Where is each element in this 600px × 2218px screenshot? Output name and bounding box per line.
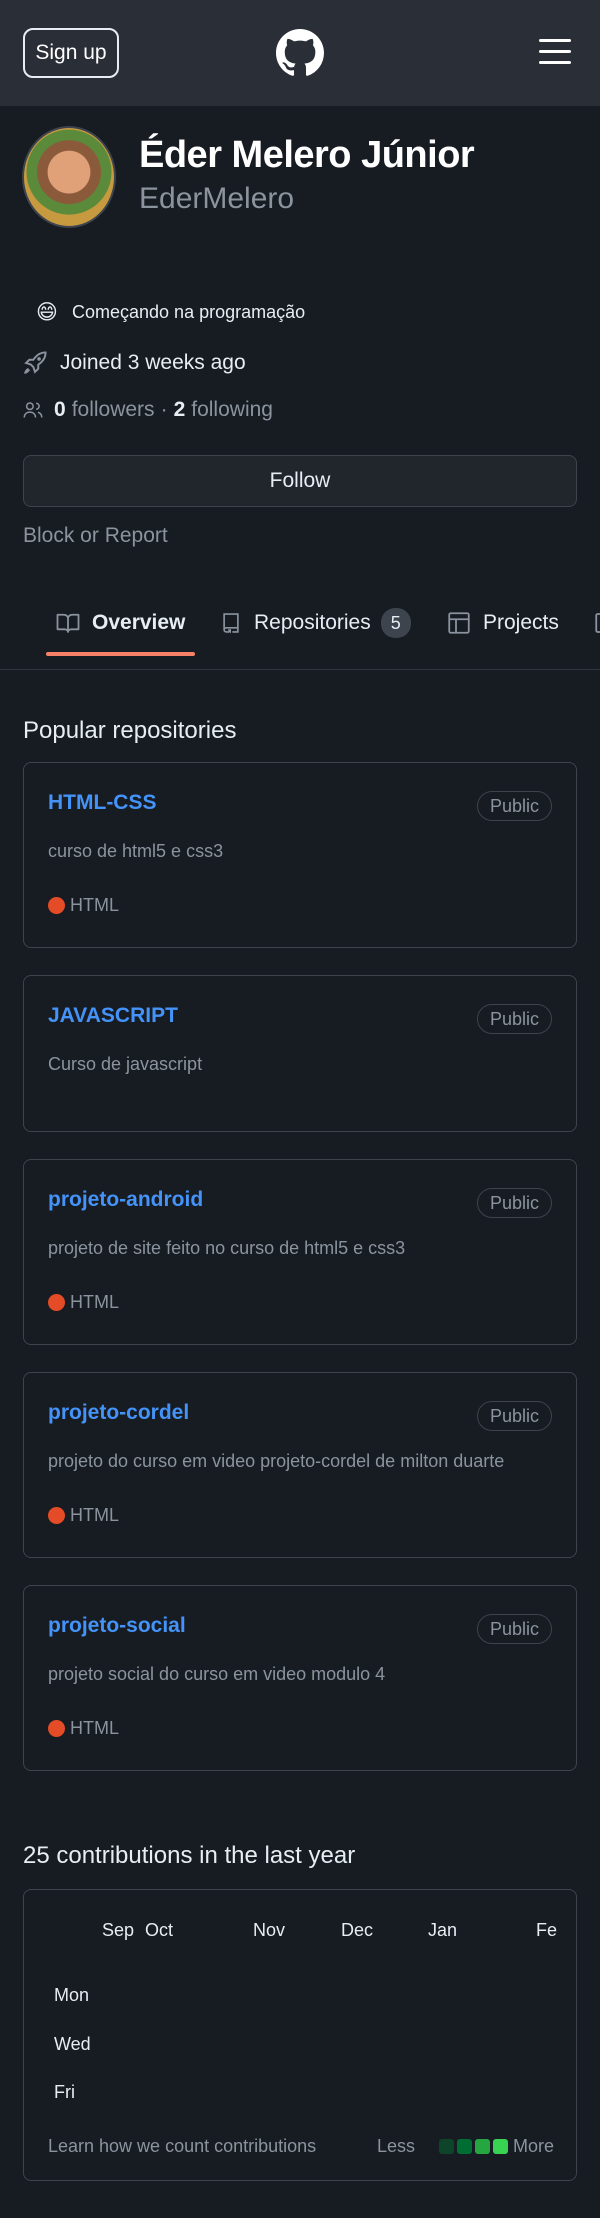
visibility-badge: Public xyxy=(476,1401,552,1431)
joined-text: Joined 3 weeks ago xyxy=(60,351,246,374)
month-label: Fe xyxy=(536,1920,558,1940)
repo-name-link[interactable]: JAVASCRIPT xyxy=(48,1004,178,1028)
language-label: HTML xyxy=(70,1718,119,1738)
repo-card: projeto-cordel Public projeto do curso e… xyxy=(23,1372,577,1558)
day-label: Fri xyxy=(54,2082,75,2102)
tab-repositories-label: Repositories xyxy=(254,611,371,634)
legend-level-3 xyxy=(474,2139,490,2154)
legend-less-label: Less xyxy=(376,2136,415,2156)
month-label: Jan xyxy=(428,1920,458,1940)
package-icon[interactable] xyxy=(594,611,600,635)
followers-count[interactable]: 0 xyxy=(54,398,66,422)
tab-overview[interactable]: Overview xyxy=(56,590,185,656)
language-color-dot xyxy=(48,1294,65,1311)
profile-full-name: Éder Melero Júnior xyxy=(139,134,475,176)
following-label[interactable]: following xyxy=(191,398,273,422)
repositories-count-badge: 5 xyxy=(380,608,411,638)
contribution-calendar: Sep Oct Nov Dec Jan Fe Mon Wed Fri Learn… xyxy=(23,1889,577,2181)
people-icon xyxy=(23,402,43,418)
legend-more-label: More xyxy=(512,2136,554,2156)
month-label: Oct xyxy=(145,1920,174,1940)
repo-language: HTML xyxy=(48,1505,119,1526)
day-label: Mon xyxy=(54,1985,90,2005)
profile-tabs: Overview Repositories 5 Projects xyxy=(0,590,600,670)
repo-card: HTML-CSS Public curso de html5 e css3 HT… xyxy=(23,762,577,948)
book-icon xyxy=(56,613,80,633)
month-label: Sep xyxy=(102,1920,135,1940)
repo-language: HTML xyxy=(48,895,119,916)
visibility-badge: Public xyxy=(476,1614,552,1644)
repo-card: JAVASCRIPT Public Curso de javascript xyxy=(23,975,577,1132)
sign-up-button[interactable]: Sign up xyxy=(23,28,119,78)
language-label: HTML xyxy=(70,895,119,915)
tab-overview-label: Overview xyxy=(92,611,186,634)
repo-description: projeto de site feito no curso de html5 … xyxy=(48,1238,406,1258)
follow-button[interactable]: Follow xyxy=(23,455,577,507)
contributions-heading: 25 contributions in the last year xyxy=(23,1842,356,1869)
repo-description: Curso de javascript xyxy=(48,1054,203,1074)
followers-label[interactable]: followers xyxy=(72,398,155,422)
repo-card: projeto-android Public projeto de site f… xyxy=(23,1159,577,1345)
visibility-badge: Public xyxy=(476,1188,552,1218)
repo-name-link[interactable]: projeto-android xyxy=(48,1188,203,1212)
follow-stats: 0 followers · 2 following xyxy=(22,398,273,422)
visibility-badge: Public xyxy=(476,791,552,821)
learn-contributions-link[interactable]: Learn how we count contributions xyxy=(48,2136,316,2157)
profile-page: Sign up Éder Melero Júnior EderMelero 😄 … xyxy=(0,0,600,2218)
repo-description: curso de html5 e css3 xyxy=(48,841,224,861)
table-icon xyxy=(448,612,470,634)
repo-language: HTML xyxy=(48,1718,119,1739)
avatar[interactable] xyxy=(22,126,116,228)
language-color-dot xyxy=(48,897,65,914)
profile-username: EderMelero xyxy=(139,182,295,215)
language-color-dot xyxy=(48,1720,65,1737)
repo-name-link[interactable]: projeto-cordel xyxy=(48,1401,189,1425)
following-count[interactable]: 2 xyxy=(174,398,186,422)
month-label: Dec xyxy=(341,1920,374,1940)
hamburger-menu-icon[interactable] xyxy=(539,39,571,65)
smile-emoji-icon: 😄 xyxy=(36,301,58,324)
repo-description: projeto do curso em video projeto-cordel… xyxy=(48,1451,505,1471)
joined-info: Joined 3 weeks ago xyxy=(22,350,246,376)
day-label: Wed xyxy=(54,2034,91,2054)
language-label: HTML xyxy=(70,1505,119,1525)
repo-name-link[interactable]: HTML-CSS xyxy=(48,791,157,815)
month-label: Nov xyxy=(253,1920,286,1940)
repo-name-link[interactable]: projeto-social xyxy=(48,1614,186,1638)
tab-repositories[interactable]: Repositories 5 xyxy=(220,590,411,656)
user-status: 😄 Começando na programação xyxy=(36,300,305,325)
rocket-icon xyxy=(24,351,47,374)
visibility-badge: Public xyxy=(476,1004,552,1034)
legend-level-1 xyxy=(438,2139,454,2154)
popular-repositories-heading: Popular repositories xyxy=(23,717,237,744)
language-color-dot xyxy=(48,1507,65,1524)
legend-level-2 xyxy=(456,2139,472,2154)
repo-icon xyxy=(223,613,239,634)
repo-language: HTML xyxy=(48,1292,119,1313)
contribution-legend: Less More xyxy=(377,2136,554,2157)
block-or-report-link[interactable]: Block or Report xyxy=(23,524,168,548)
repo-description: projeto social do curso em video modulo … xyxy=(48,1664,386,1684)
language-label: HTML xyxy=(70,1292,119,1312)
legend-level-4 xyxy=(492,2139,508,2154)
separator: · xyxy=(160,398,168,421)
repo-card: projeto-social Public projeto social do … xyxy=(23,1585,577,1771)
tab-projects-label: Projects xyxy=(483,611,559,634)
github-mark-icon[interactable] xyxy=(276,29,324,77)
selected-tab-indicator xyxy=(46,652,195,656)
status-text: Começando na programação xyxy=(72,302,306,322)
top-header: Sign up xyxy=(0,0,600,106)
tab-projects[interactable]: Projects xyxy=(447,590,559,656)
